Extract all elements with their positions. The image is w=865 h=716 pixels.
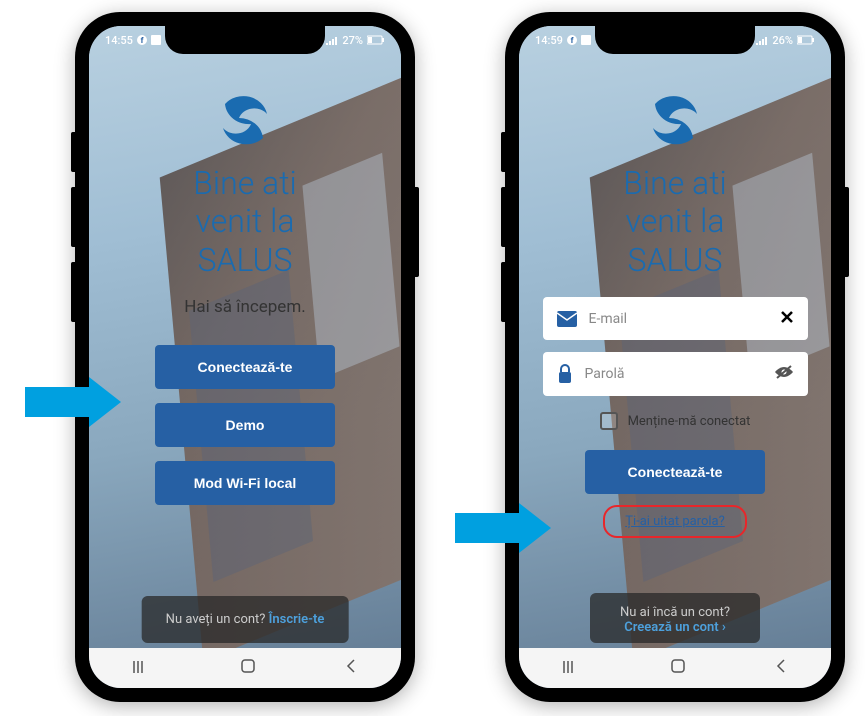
phone-screen: 14:55 f 27% Bine ati venit la SALUS Hai … bbox=[89, 26, 401, 688]
image-icon bbox=[151, 35, 161, 45]
signup-link[interactable]: Înscrie-te bbox=[269, 612, 325, 627]
signup-card: Nu aveți un cont? Înscrie-te bbox=[142, 596, 349, 643]
create-account-link[interactable]: Creează un cont › bbox=[624, 620, 726, 635]
nav-back-button[interactable] bbox=[775, 658, 787, 678]
phone-mockup-welcome: 14:55 f 27% Bine ati venit la SALUS Hai … bbox=[75, 12, 415, 702]
nav-home-button[interactable] bbox=[670, 658, 686, 678]
annotation-arrow-connect bbox=[25, 377, 125, 427]
android-nav-bar bbox=[519, 648, 831, 688]
connect-button[interactable]: Conectează-te bbox=[585, 450, 765, 494]
android-nav-bar bbox=[89, 648, 401, 688]
highlight-circle bbox=[603, 505, 747, 538]
signup-card: Nu ai încă un cont? Creează un cont › bbox=[590, 593, 760, 643]
signup-prompt: Nu ai încă un cont? bbox=[620, 605, 730, 620]
battery-text: 27% bbox=[342, 34, 363, 47]
phone-notch bbox=[595, 26, 755, 54]
salus-logo-icon bbox=[635, 86, 715, 156]
signal-icon bbox=[756, 35, 768, 45]
phone-notch bbox=[165, 26, 325, 54]
status-time: 14:59 bbox=[535, 34, 563, 47]
remember-checkbox[interactable] bbox=[600, 412, 618, 430]
annotation-arrow-forgot bbox=[455, 503, 555, 553]
phone-screen: 14:59 f 26% Bine ati venit la SALUS E-ma… bbox=[519, 26, 831, 688]
status-time: 14:55 bbox=[105, 34, 133, 47]
demo-button[interactable]: Demo bbox=[155, 403, 335, 447]
svg-text:f: f bbox=[570, 36, 573, 45]
wifi-local-button[interactable]: Mod Wi-Fi local bbox=[155, 461, 335, 505]
facebook-icon: f bbox=[137, 35, 147, 45]
nav-recent-button[interactable] bbox=[563, 659, 581, 678]
email-field[interactable]: E-mail bbox=[543, 297, 808, 340]
welcome-subtitle: Hai să începem. bbox=[184, 297, 305, 317]
welcome-heading: Bine ati venit la SALUS bbox=[193, 164, 296, 279]
lock-icon bbox=[557, 364, 573, 384]
battery-icon bbox=[797, 35, 815, 45]
image-icon bbox=[581, 35, 591, 45]
password-placeholder: Parolă bbox=[585, 366, 762, 382]
phone-mockup-login: 14:59 f 26% Bine ati venit la SALUS E-ma… bbox=[505, 12, 845, 702]
nav-recent-button[interactable] bbox=[133, 659, 151, 678]
welcome-heading: Bine ati venit la SALUS bbox=[623, 164, 726, 279]
facebook-icon: f bbox=[567, 35, 577, 45]
clear-icon[interactable] bbox=[780, 309, 794, 328]
password-field[interactable]: Parolă bbox=[543, 352, 808, 396]
svg-text:f: f bbox=[140, 36, 143, 45]
nav-home-button[interactable] bbox=[240, 658, 256, 678]
remember-label: Menține-mă conectat bbox=[628, 414, 751, 429]
visibility-off-icon[interactable] bbox=[774, 364, 794, 384]
forgot-password-link[interactable]: Ți-ai uitat parola? bbox=[605, 508, 745, 535]
signup-prompt: Nu aveți un cont? bbox=[166, 612, 269, 627]
connect-button[interactable]: Conectează-te bbox=[155, 345, 335, 389]
mail-icon bbox=[557, 311, 577, 327]
signal-icon bbox=[326, 35, 338, 45]
email-placeholder: E-mail bbox=[589, 311, 768, 327]
salus-logo-icon bbox=[205, 86, 285, 156]
remember-row[interactable]: Menține-mă conectat bbox=[600, 412, 751, 430]
nav-back-button[interactable] bbox=[345, 658, 357, 678]
battery-text: 26% bbox=[772, 34, 793, 47]
battery-icon bbox=[367, 35, 385, 45]
